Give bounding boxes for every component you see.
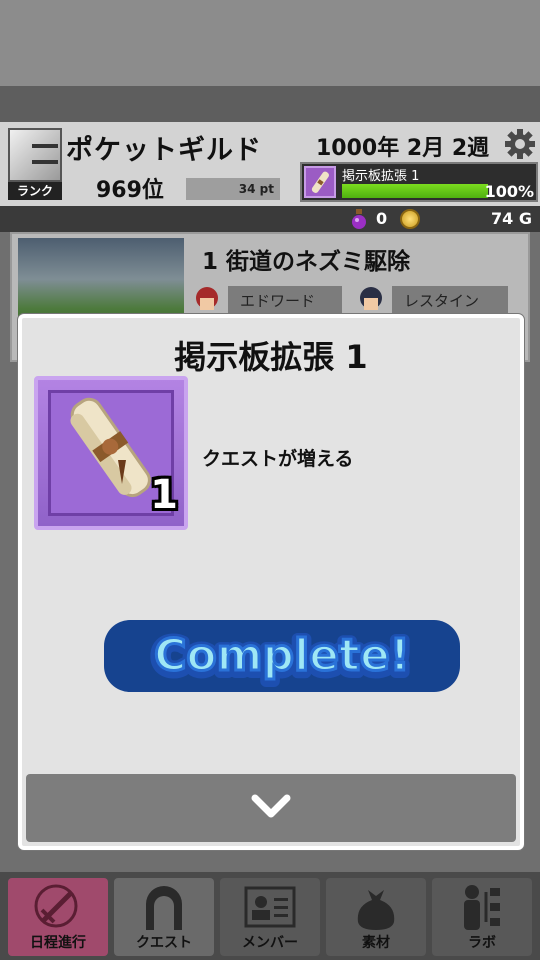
rank-badge-label: ランク [8, 182, 62, 200]
task-name: 掲示板拡張 1 [342, 169, 420, 184]
member-chip: レスタイン [392, 286, 508, 316]
dialog-title: 掲示板拡張 1 [174, 338, 368, 376]
complete-banner: Complete! Complete! [104, 620, 460, 692]
quest-title: 1 街道のネズミ駆除 [202, 249, 411, 275]
top-band [0, 86, 540, 122]
member-avatar-icon [360, 287, 382, 310]
task-progress-label: 100% [484, 182, 534, 201]
gear-icon[interactable] [504, 128, 536, 160]
complete-banner-text: Complete! [154, 630, 410, 681]
rank-badge[interactable]: ランク [8, 128, 62, 200]
bottom-nav: 日程進行 クエスト メンバー 素材 ラボ [0, 872, 540, 960]
resource-bar: 0 74 G [0, 206, 540, 232]
member-chip: エドワード [228, 286, 342, 316]
potion-count: 0 [376, 209, 388, 228]
rank-plate-icon [8, 128, 62, 182]
task-progress-bar [342, 184, 488, 198]
guild-header: ランク ポケットギルド 969位 34 pt 1000年 2月 2週 掲示板拡張… [0, 122, 540, 206]
nav-label: 日程進行 [30, 935, 86, 951]
lab-icon [464, 885, 500, 930]
guild-name: ポケットギルド [66, 135, 262, 166]
scroll-icon [304, 166, 336, 198]
next-button[interactable] [26, 774, 516, 842]
coin-icon [400, 209, 420, 229]
potion-icon [352, 209, 366, 229]
nav-label: クエスト [136, 935, 192, 951]
member-avatar-icon [196, 287, 218, 310]
nav-quest[interactable]: クエスト [114, 878, 214, 956]
gate-icon [146, 886, 182, 930]
status-area [0, 0, 540, 86]
nav-schedule[interactable]: 日程進行 [8, 878, 108, 956]
item-count: 1 [150, 472, 178, 518]
sword-icon [34, 884, 78, 928]
current-task[interactable]: 掲示板拡張 1 100% [300, 162, 538, 202]
gold-amount: 74 G [491, 209, 532, 228]
game-date: 1000年 2月 2週 [316, 136, 490, 161]
chevron-down-icon [251, 794, 291, 818]
nav-label: ラボ [468, 935, 496, 951]
nav-materials[interactable]: 素材 [326, 878, 426, 956]
rank-position: 969位 [96, 178, 164, 203]
item-description: クエストが増える [202, 448, 354, 470]
bag-icon [357, 890, 395, 930]
nav-label: メンバー [242, 935, 298, 951]
id-card-icon [244, 886, 296, 928]
nav-lab[interactable]: ラボ [432, 878, 532, 956]
nav-members[interactable]: メンバー [220, 878, 320, 956]
item-frame: 1 [34, 376, 188, 530]
nav-label: 素材 [362, 935, 390, 951]
completion-dialog: 掲示板拡張 1 1 クエストが増える Complete! Complete! [18, 314, 524, 850]
points-bar: 34 pt [186, 178, 280, 200]
